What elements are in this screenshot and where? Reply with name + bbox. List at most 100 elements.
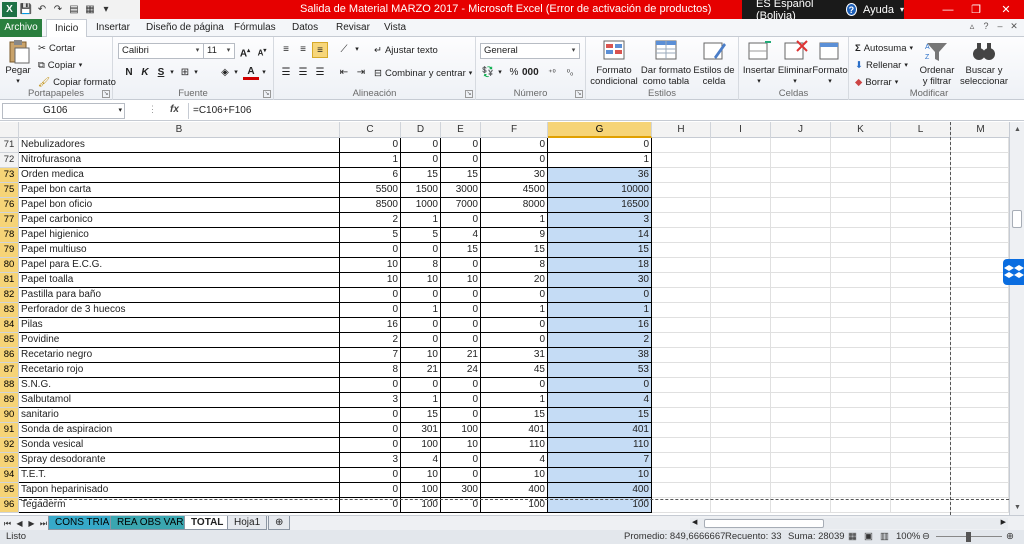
tab-formulas[interactable]: Fórmulas	[226, 19, 284, 37]
empty-cell[interactable]	[831, 153, 891, 168]
empty-cell[interactable]	[652, 138, 711, 153]
cell-d[interactable]: 100	[401, 498, 441, 513]
cell-d[interactable]: 5	[401, 228, 441, 243]
cell-b[interactable]: Nitrofurasona	[19, 153, 340, 168]
cell-c[interactable]: 0	[340, 408, 401, 423]
format-cells-button[interactable]: Formato ▾	[812, 39, 848, 87]
cell-e[interactable]: 0	[441, 303, 481, 318]
cell-g[interactable]: 30	[548, 273, 652, 288]
cell-g[interactable]: 7	[548, 453, 652, 468]
page-layout-view-icon[interactable]: ▣	[864, 530, 873, 544]
cell-d[interactable]: 301	[401, 423, 441, 438]
empty-cell[interactable]	[951, 408, 1009, 423]
empty-cell[interactable]	[951, 258, 1009, 273]
cell-g[interactable]: 401	[548, 423, 652, 438]
cell-g[interactable]: 15	[548, 243, 652, 258]
empty-cell[interactable]	[771, 363, 831, 378]
sheet-tab-hoja1[interactable]: Hoja1	[227, 516, 268, 530]
cell-c[interactable]: 3	[340, 393, 401, 408]
empty-cell[interactable]	[771, 258, 831, 273]
empty-cell[interactable]	[831, 318, 891, 333]
empty-cell[interactable]	[771, 498, 831, 513]
cell-f[interactable]: 401	[481, 423, 548, 438]
delete-cells-button[interactable]: Eliminar ▾	[777, 39, 813, 87]
form-icon[interactable]: ▦	[83, 3, 97, 17]
empty-cell[interactable]	[711, 438, 771, 453]
sheet-tab-cons-tria[interactable]: CONS TRIA	[48, 516, 117, 530]
tab-home[interactable]: Inicio	[46, 19, 88, 38]
cell-g[interactable]: 100	[548, 498, 652, 513]
empty-cell[interactable]	[951, 273, 1009, 288]
first-sheet-icon[interactable]: ⏮	[2, 518, 13, 529]
increase-indent-icon[interactable]: ⇥	[353, 65, 369, 81]
empty-cell[interactable]	[771, 318, 831, 333]
empty-cell[interactable]	[951, 333, 1009, 348]
empty-cell[interactable]	[711, 348, 771, 363]
wrap-text-button[interactable]: ↵ Ajustar texto	[374, 41, 438, 59]
cell-b[interactable]: Tapon heparinisado	[19, 483, 340, 498]
cell-b[interactable]: Pastilla para baño	[19, 288, 340, 303]
cell-c[interactable]: 8500	[340, 198, 401, 213]
cell-f[interactable]: 45	[481, 363, 548, 378]
cell-g[interactable]: 2	[548, 333, 652, 348]
cell-d[interactable]: 0	[401, 138, 441, 153]
cell-g[interactable]: 18	[548, 258, 652, 273]
empty-cell[interactable]	[831, 438, 891, 453]
cell-g[interactable]: 3	[548, 213, 652, 228]
vertical-scrollbar[interactable]: ▲ ▼	[1009, 122, 1024, 515]
cell-e[interactable]: 15	[441, 168, 481, 183]
empty-cell[interactable]	[831, 138, 891, 153]
empty-cell[interactable]	[831, 348, 891, 363]
cell-c[interactable]: 5	[340, 228, 401, 243]
empty-cell[interactable]	[652, 198, 711, 213]
empty-cell[interactable]	[891, 198, 951, 213]
cell-c[interactable]: 0	[340, 498, 401, 513]
empty-cell[interactable]	[951, 453, 1009, 468]
row-header[interactable]: 80	[0, 258, 19, 273]
empty-cell[interactable]	[711, 393, 771, 408]
save-icon[interactable]: 💾	[19, 3, 33, 17]
empty-cell[interactable]	[711, 243, 771, 258]
cell-g[interactable]: 0	[548, 288, 652, 303]
empty-cell[interactable]	[951, 213, 1009, 228]
empty-cell[interactable]	[771, 378, 831, 393]
cell-f[interactable]: 0	[481, 378, 548, 393]
empty-cell[interactable]	[951, 183, 1009, 198]
empty-cell[interactable]	[771, 228, 831, 243]
row-header[interactable]: 78	[0, 228, 19, 243]
cell-e[interactable]: 0	[441, 498, 481, 513]
cell-c[interactable]: 2	[340, 213, 401, 228]
align-bottom-icon[interactable]: ≡	[312, 42, 328, 58]
row-header[interactable]: 82	[0, 288, 19, 303]
cell-g[interactable]: 36	[548, 168, 652, 183]
empty-cell[interactable]	[711, 213, 771, 228]
doc-minimize-icon[interactable]: –	[993, 21, 1007, 35]
scroll-down-icon[interactable]: ▼	[1012, 502, 1023, 513]
empty-cell[interactable]	[652, 453, 711, 468]
empty-cell[interactable]	[771, 213, 831, 228]
empty-cell[interactable]	[891, 363, 951, 378]
empty-cell[interactable]	[951, 228, 1009, 243]
cell-g[interactable]: 14	[548, 228, 652, 243]
row-header[interactable]: 72	[0, 153, 19, 168]
empty-cell[interactable]	[771, 408, 831, 423]
bold-icon[interactable]: N	[121, 65, 137, 81]
empty-cell[interactable]	[652, 438, 711, 453]
empty-cell[interactable]	[891, 138, 951, 153]
cell-e[interactable]: 0	[441, 333, 481, 348]
font-color-dropdown-icon[interactable]: ▾	[256, 65, 272, 81]
empty-cell[interactable]	[711, 423, 771, 438]
empty-cell[interactable]	[831, 408, 891, 423]
prev-sheet-icon[interactable]: ◀	[14, 518, 25, 529]
empty-cell[interactable]	[831, 363, 891, 378]
increase-font-icon[interactable]: A▴	[237, 43, 253, 59]
cell-g[interactable]: 10	[548, 468, 652, 483]
cell-d[interactable]: 1500	[401, 183, 441, 198]
cell-b[interactable]: Povidine	[19, 333, 340, 348]
cell-f[interactable]: 400	[481, 483, 548, 498]
cell-f[interactable]: 0	[481, 153, 548, 168]
empty-cell[interactable]	[652, 213, 711, 228]
align-top-icon[interactable]: ≡	[278, 42, 294, 58]
empty-cell[interactable]	[951, 393, 1009, 408]
language-indicator[interactable]: ES Español (Bolivia) ? Ayuda ▾	[742, 0, 904, 22]
